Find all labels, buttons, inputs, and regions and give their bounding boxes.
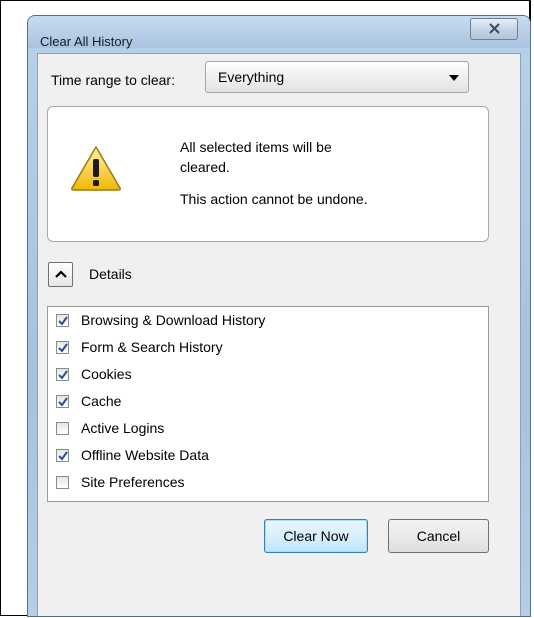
checkbox[interactable] <box>56 421 69 435</box>
checkmark-icon <box>58 396 68 407</box>
list-item[interactable]: Active Logins <box>56 416 164 440</box>
checkbox[interactable] <box>56 340 69 354</box>
checkmark-icon <box>58 315 68 326</box>
checkbox[interactable] <box>56 475 69 489</box>
warning-message: All selected items will be cleared. <box>180 139 332 175</box>
warning-undo-note: This action cannot be undone. <box>180 191 368 207</box>
title-bar[interactable]: Clear All History <box>28 16 530 49</box>
item-label: Offline Website Data <box>81 447 209 463</box>
checkbox[interactable] <box>56 448 69 462</box>
details-toggle-button[interactable] <box>48 262 73 287</box>
time-range-value: Everything <box>218 69 285 85</box>
list-item[interactable]: Cache <box>56 389 121 413</box>
dropdown-arrow-icon <box>449 75 459 81</box>
item-label: Site Preferences <box>81 474 185 490</box>
chevron-up-icon <box>55 270 67 278</box>
close-icon <box>489 23 500 34</box>
clear-now-button[interactable]: Clear Now <box>264 519 368 553</box>
checkmark-icon <box>58 369 68 380</box>
checkbox[interactable] <box>56 313 69 327</box>
details-label: Details <box>89 266 132 282</box>
cancel-button[interactable]: Cancel <box>388 519 489 553</box>
time-range-row: Time range to clear: <box>51 64 175 96</box>
list-item[interactable]: Browsing & Download History <box>56 308 265 332</box>
close-button[interactable] <box>470 18 518 40</box>
dialog-title: Clear All History <box>40 34 133 49</box>
checkmark-icon <box>58 342 68 353</box>
item-label: Browsing & Download History <box>81 312 266 328</box>
checkbox[interactable] <box>56 367 69 381</box>
item-label: Cache <box>81 393 122 409</box>
item-label: Active Logins <box>81 420 165 436</box>
list-item[interactable]: Site Preferences <box>56 470 185 494</box>
time-range-select[interactable]: Everything <box>205 61 469 93</box>
list-item[interactable]: Offline Website Data <box>56 443 209 467</box>
time-range-label: Time range to clear: <box>51 72 175 88</box>
checkmark-icon <box>58 450 68 461</box>
clear-history-dialog: Clear All History Time range to clear: E… <box>27 15 531 617</box>
item-label: Form & Search History <box>81 339 223 355</box>
item-label: Cookies <box>81 366 132 382</box>
warning-icon <box>71 146 121 191</box>
warning-panel: All selected items will be cleared. This… <box>47 106 489 242</box>
checkbox[interactable] <box>56 394 69 408</box>
history-items-list: Browsing & Download History Form & Searc… <box>47 306 489 502</box>
list-item[interactable]: Form & Search History <box>56 335 223 359</box>
list-item[interactable]: Cookies <box>56 362 132 386</box>
